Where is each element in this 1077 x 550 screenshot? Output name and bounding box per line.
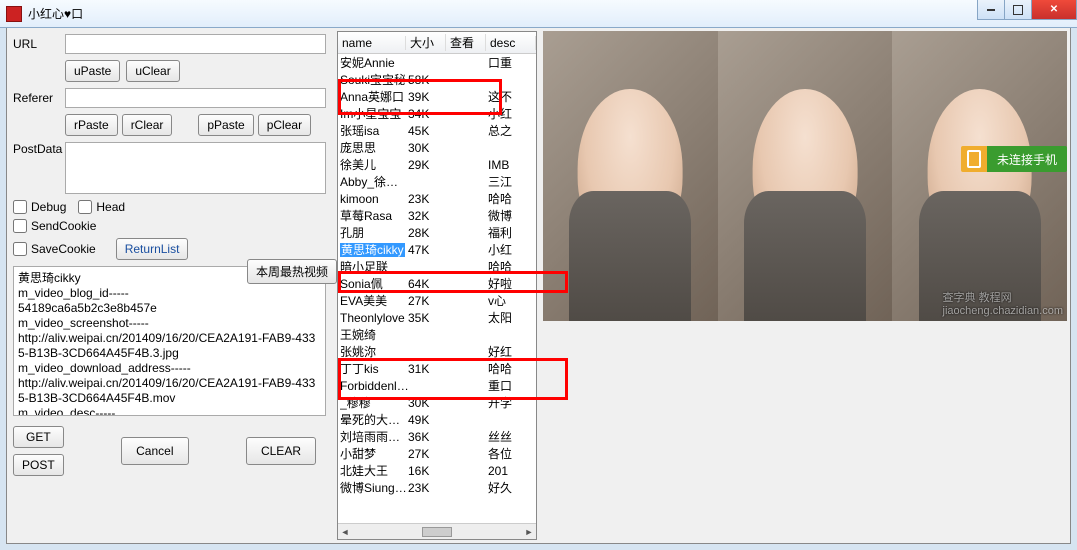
ppaste-button[interactable]: pPaste [198,114,253,136]
table-row[interactable]: 暗小足联哈哈 [338,258,536,275]
sendcookie-checkbox[interactable]: SendCookie [13,219,96,233]
uclear-button[interactable]: uClear [126,60,179,82]
table-row[interactable]: Sonia佩64K好啦 [338,275,536,292]
rpaste-button[interactable]: rPaste [65,114,118,136]
table-row[interactable]: Forbiddenl…重口 [338,377,536,394]
maximize-button[interactable] [1004,0,1032,20]
referer-input[interactable] [65,88,326,108]
referer-label: Referer [13,91,65,105]
grid-body[interactable]: 安妮Annie口重Souki宝宝秘58KAnna英娜口39K这不Im小星宝宝34… [338,54,536,523]
window-controls [978,0,1077,20]
table-row[interactable]: 庞思思30K [338,139,536,156]
app-icon [6,6,22,22]
table-row[interactable]: 孔朋28K福利 [338,224,536,241]
preview-image-1 [543,31,718,321]
watermark: 查字典 教程网jiaocheng.chazidian.com [943,289,1063,317]
clear-button[interactable]: CLEAR [246,437,316,465]
table-row[interactable]: 黄思琦cikky47K小红 [338,241,536,258]
url-input[interactable] [65,34,326,54]
table-row[interactable]: 张姚沵好红 [338,343,536,360]
postdata-label: PostData [13,142,65,156]
connection-status[interactable]: 未连接手机 [961,146,1067,172]
grid-header: name 大小 查看 desc [338,32,536,54]
post-button[interactable]: POST [13,454,64,476]
upaste-button[interactable]: uPaste [65,60,120,82]
connection-label: 未连接手机 [987,146,1067,172]
preview-image-2 [718,31,893,321]
grid-h-scrollbar[interactable]: ◄ ► [338,523,536,539]
table-row[interactable]: Theonlylove35K太阳 [338,309,536,326]
window-title: 小红心♥口 [28,5,1077,22]
output-textarea[interactable]: 黄思琦cikky m_video_blog_id----- 54189ca6a5… [13,266,326,416]
video-grid[interactable]: name 大小 查看 desc 安妮Annie口重Souki宝宝秘58KAnna… [337,31,537,540]
url-label: URL [13,37,65,51]
table-row[interactable]: Im小星宝宝34K小红 [338,105,536,122]
preview-pane: 查字典 教程网jiaocheng.chazidian.com [543,31,1067,321]
table-row[interactable]: 徐美儿29KIMB [338,156,536,173]
head-checkbox[interactable]: Head [78,200,125,214]
workspace: URL uPaste uClear Referer rPaste rClear … [6,28,1071,544]
rclear-button[interactable]: rClear [122,114,173,136]
debug-checkbox[interactable]: Debug [13,200,66,214]
table-row[interactable]: 张瑶isa45K总之 [338,122,536,139]
col-size[interactable]: 大小 [406,34,446,51]
table-row[interactable]: 丁丁kis31K哈哈 [338,360,536,377]
table-row[interactable]: 晕死的大…49K [338,411,536,428]
preview-image-3: 查字典 教程网jiaocheng.chazidian.com [892,31,1067,321]
table-row[interactable]: 草莓Rasa32K微博 [338,207,536,224]
scroll-thumb[interactable] [422,527,452,537]
cancel-button[interactable]: Cancel [121,437,188,465]
table-row[interactable]: EVA美美27Kv心 [338,292,536,309]
pclear-button[interactable]: pClear [258,114,311,136]
table-row[interactable]: 小甜梦27K各位 [338,445,536,462]
table-row[interactable]: 安妮Annie口重 [338,54,536,71]
col-desc[interactable]: desc [486,36,536,50]
returnlist-button[interactable]: ReturnList [116,238,189,260]
table-row[interactable]: Souki宝宝秘58K [338,71,536,88]
savecookie-checkbox[interactable]: SaveCookie [13,242,96,256]
table-row[interactable]: _穆穆30K开学 [338,394,536,411]
scroll-right-icon[interactable]: ► [522,525,536,539]
table-row[interactable]: Abby_徐…三江 [338,173,536,190]
postdata-input[interactable] [65,142,326,194]
close-button[interactable] [1031,0,1077,20]
table-row[interactable]: kimoon23K哈哈 [338,190,536,207]
left-panel: URL uPaste uClear Referer rPaste rClear … [7,28,332,543]
title-bar: 小红心♥口 [0,0,1077,28]
hot-video-button[interactable]: 本周最热视频 [247,259,337,284]
table-row[interactable]: 刘培雨雨…36K丝丝 [338,428,536,445]
table-row[interactable]: 王婉绮 [338,326,536,343]
phone-icon [961,146,987,172]
get-button[interactable]: GET [13,426,64,448]
table-row[interactable]: 微博Siung…23K好久 [338,479,536,496]
col-name[interactable]: name [338,36,406,50]
scroll-left-icon[interactable]: ◄ [338,525,352,539]
table-row[interactable]: Anna英娜口39K这不 [338,88,536,105]
minimize-button[interactable] [977,0,1005,20]
grid-panel: name 大小 查看 desc 安妮Annie口重Souki宝宝秘58KAnna… [337,31,537,540]
table-row[interactable]: 北娃大王16K201 [338,462,536,479]
col-view[interactable]: 查看 [446,34,486,51]
